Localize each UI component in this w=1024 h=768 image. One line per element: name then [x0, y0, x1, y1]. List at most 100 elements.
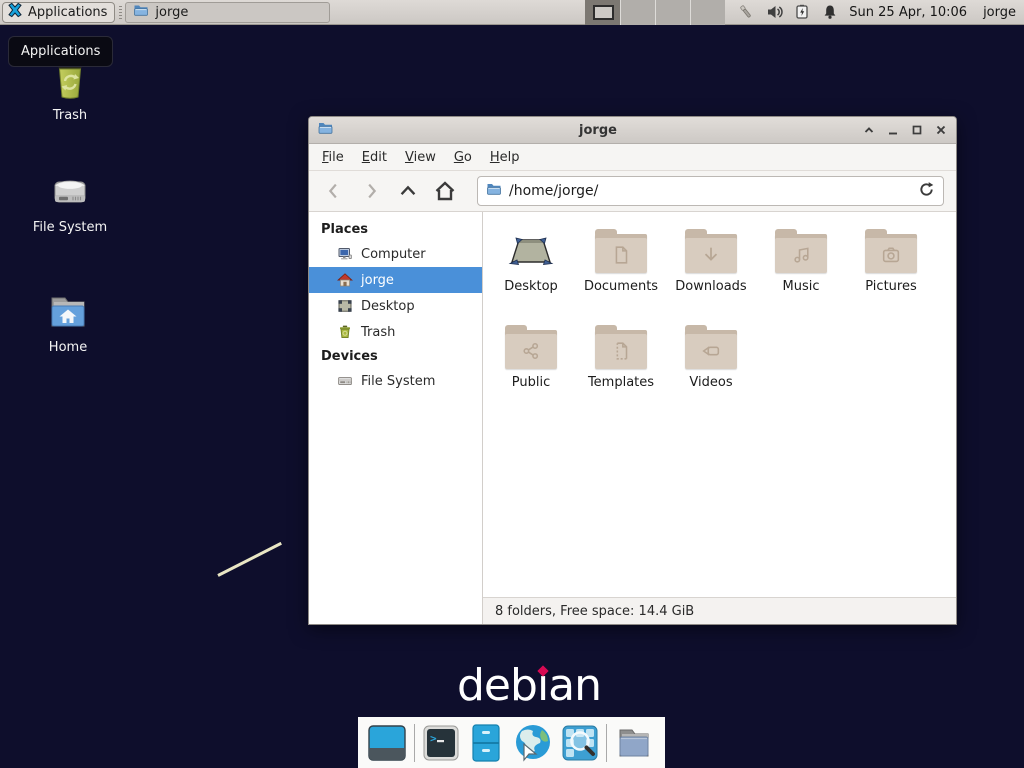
sidebar-item-desktop[interactable]: Desktop: [309, 293, 482, 319]
file-item-videos[interactable]: Videos: [666, 322, 756, 418]
maximize-button[interactable]: [909, 123, 924, 138]
file-cabinet-icon[interactable]: [467, 723, 505, 763]
sidebar-item-file-system[interactable]: File System: [309, 368, 482, 394]
file-manager-window: jorge File Edit View Go Help /home/jorge…: [308, 116, 957, 625]
wallpaper-line-artwork: [217, 542, 282, 577]
desktop-icon-file-system[interactable]: File System: [15, 168, 125, 235]
desktop-special-icon: [503, 226, 559, 274]
places-sidebar: Places Computer jorge Desktop Trash Devi…: [309, 212, 483, 624]
toolbar: /home/jorge/: [309, 171, 956, 212]
sidebar-item-label: Trash: [361, 325, 395, 340]
window-title: jorge: [335, 123, 861, 138]
panel-clock[interactable]: Sun 25 Apr, 10:06: [849, 5, 967, 20]
dock-separator: [606, 724, 607, 762]
sidebar-item-label: File System: [361, 374, 435, 389]
folder-icon: [133, 2, 149, 22]
location-path[interactable]: /home/jorge/: [509, 183, 911, 199]
sidebar-item-jorge[interactable]: jorge: [309, 267, 482, 293]
sidebar-item-computer[interactable]: Computer: [309, 241, 482, 267]
file-item-desktop[interactable]: Desktop: [486, 226, 576, 322]
applications-menu-button[interactable]: Applications: [2, 2, 115, 23]
minimize-button[interactable]: [885, 123, 900, 138]
desktop-icon-home[interactable]: Home: [13, 288, 123, 355]
dock-panel: >: [358, 717, 665, 768]
file-label: Music: [783, 279, 820, 294]
harddrive-icon: [337, 373, 353, 389]
file-item-templates[interactable]: Templates: [576, 322, 666, 418]
folder-videos-icon: [685, 325, 737, 369]
debian-logo-text: an: [548, 660, 601, 711]
window-titlebar[interactable]: jorge: [309, 117, 956, 144]
debian-logo-text: deb: [457, 660, 537, 711]
trash-icon: [337, 324, 353, 340]
notifications-bell-icon[interactable]: [822, 4, 838, 20]
file-label: Public: [512, 375, 550, 390]
workspace-window-thumb: [593, 5, 614, 20]
top-panel: Applications jorge Sun 25 Apr, 10:06 jor…: [0, 0, 1024, 25]
system-tray: [737, 3, 838, 21]
debian-wallpaper-logo: debıan: [457, 660, 601, 711]
taskbar-window-button[interactable]: jorge: [125, 2, 330, 23]
file-item-downloads[interactable]: Downloads: [666, 226, 756, 322]
workspace-pager[interactable]: [585, 0, 725, 25]
desktop-icon-label: File System: [15, 220, 125, 235]
home-folder-icon: [13, 288, 123, 336]
file-item-pictures[interactable]: Pictures: [846, 226, 936, 322]
menubar: File Edit View Go Help: [309, 144, 956, 171]
panel-grip-handle[interactable]: [119, 6, 122, 19]
shade-button[interactable]: [861, 123, 876, 138]
workspace-1[interactable]: [585, 0, 619, 25]
desktop-icon-label: Trash: [15, 108, 125, 123]
app-finder-icon[interactable]: [561, 724, 599, 762]
workspace-2[interactable]: [620, 0, 655, 25]
file-label: Templates: [588, 375, 654, 390]
file-label: Pictures: [865, 279, 916, 294]
menu-go[interactable]: Go: [445, 146, 481, 169]
folder-music-icon: [775, 229, 827, 273]
applications-menu-label: Applications: [28, 5, 107, 20]
file-item-public[interactable]: Public: [486, 322, 576, 418]
battery-icon[interactable]: [795, 4, 811, 20]
file-view[interactable]: Desktop Documents Downloads: [483, 212, 956, 597]
workspace-4[interactable]: [690, 0, 725, 25]
window-folder-icon: [317, 120, 335, 140]
statusbar: 8 folders, Free space: 14.4 GiB: [483, 597, 956, 624]
menu-file[interactable]: File: [313, 146, 353, 169]
file-label: Videos: [689, 375, 732, 390]
location-bar[interactable]: /home/jorge/: [477, 176, 944, 206]
back-button[interactable]: [321, 179, 346, 204]
file-item-documents[interactable]: Documents: [576, 226, 666, 322]
panel-user-menu[interactable]: jorge: [983, 5, 1016, 20]
folder-icon: [486, 181, 502, 201]
xfce-logo-icon: [7, 2, 23, 22]
svg-text:>: >: [430, 732, 437, 745]
sidebar-item-trash[interactable]: Trash: [309, 319, 482, 345]
devices-header: Devices: [309, 345, 482, 368]
folder-public-icon: [505, 325, 557, 369]
terminal-icon[interactable]: >: [422, 724, 460, 762]
volume-icon[interactable]: [766, 4, 784, 20]
reload-icon[interactable]: [918, 181, 935, 202]
file-label: Desktop: [504, 279, 558, 294]
file-item-music[interactable]: Music: [756, 226, 846, 322]
home-button[interactable]: [432, 179, 457, 204]
computer-icon: [337, 246, 353, 262]
workspace-3[interactable]: [655, 0, 690, 25]
sidebar-item-label: Desktop: [361, 299, 415, 314]
close-button[interactable]: [933, 123, 948, 138]
home-icon: [337, 272, 353, 288]
tray-tool-icon[interactable]: [737, 3, 755, 21]
sidebar-item-label: jorge: [361, 273, 394, 288]
menu-view[interactable]: View: [396, 146, 445, 169]
folder-downloads-icon: [685, 229, 737, 273]
menu-help[interactable]: Help: [481, 146, 529, 169]
folder-launcher-icon[interactable]: [614, 723, 654, 763]
file-label: Documents: [584, 279, 658, 294]
menu-edit[interactable]: Edit: [353, 146, 396, 169]
web-browser-icon[interactable]: [512, 722, 554, 764]
show-desktop-icon[interactable]: [367, 723, 407, 763]
forward-button[interactable]: [358, 179, 383, 204]
folder-templates-icon: [595, 325, 647, 369]
places-header: Places: [309, 218, 482, 241]
up-button[interactable]: [395, 179, 420, 204]
